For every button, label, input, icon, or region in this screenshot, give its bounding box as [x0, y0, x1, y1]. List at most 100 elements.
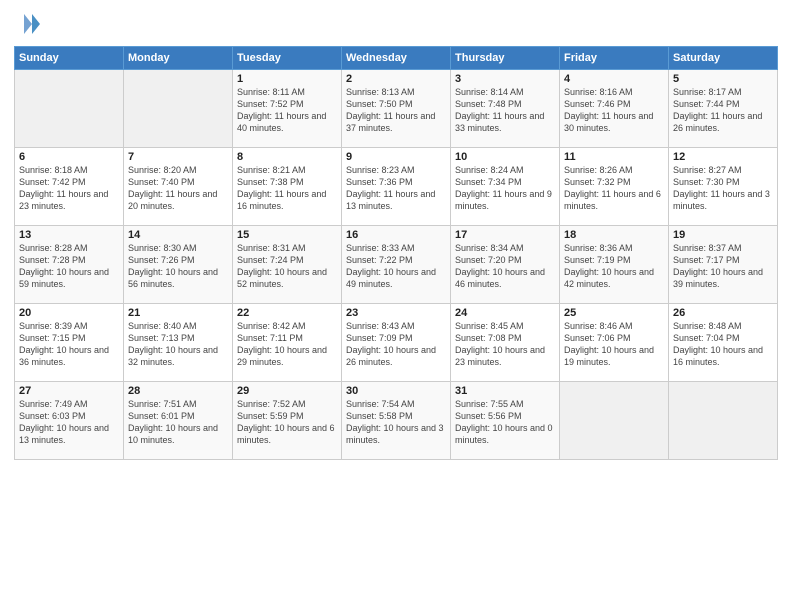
calendar-cell: 15Sunrise: 8:31 AM Sunset: 7:24 PM Dayli…: [233, 226, 342, 304]
day-number: 11: [564, 151, 664, 163]
day-number: 23: [346, 307, 446, 319]
day-info: Sunrise: 8:13 AM Sunset: 7:50 PM Dayligh…: [346, 86, 446, 135]
day-info: Sunrise: 8:24 AM Sunset: 7:34 PM Dayligh…: [455, 164, 555, 213]
calendar-cell: [669, 382, 778, 460]
calendar-cell: 8Sunrise: 8:21 AM Sunset: 7:38 PM Daylig…: [233, 148, 342, 226]
calendar-cell: 2Sunrise: 8:13 AM Sunset: 7:50 PM Daylig…: [342, 70, 451, 148]
day-number: 24: [455, 307, 555, 319]
calendar-cell: 22Sunrise: 8:42 AM Sunset: 7:11 PM Dayli…: [233, 304, 342, 382]
calendar-cell: 3Sunrise: 8:14 AM Sunset: 7:48 PM Daylig…: [451, 70, 560, 148]
calendar-cell: 14Sunrise: 8:30 AM Sunset: 7:26 PM Dayli…: [124, 226, 233, 304]
day-info: Sunrise: 8:16 AM Sunset: 7:46 PM Dayligh…: [564, 86, 664, 135]
day-info: Sunrise: 7:54 AM Sunset: 5:58 PM Dayligh…: [346, 398, 446, 447]
day-number: 28: [128, 385, 228, 397]
calendar-cell: 20Sunrise: 8:39 AM Sunset: 7:15 PM Dayli…: [15, 304, 124, 382]
calendar-cell: 6Sunrise: 8:18 AM Sunset: 7:42 PM Daylig…: [15, 148, 124, 226]
day-number: 16: [346, 229, 446, 241]
day-number: 8: [237, 151, 337, 163]
calendar-cell: 13Sunrise: 8:28 AM Sunset: 7:28 PM Dayli…: [15, 226, 124, 304]
day-info: Sunrise: 8:17 AM Sunset: 7:44 PM Dayligh…: [673, 86, 773, 135]
calendar-cell: 27Sunrise: 7:49 AM Sunset: 6:03 PM Dayli…: [15, 382, 124, 460]
day-number: 7: [128, 151, 228, 163]
calendar-cell: 17Sunrise: 8:34 AM Sunset: 7:20 PM Dayli…: [451, 226, 560, 304]
calendar-cell: 26Sunrise: 8:48 AM Sunset: 7:04 PM Dayli…: [669, 304, 778, 382]
day-number: 26: [673, 307, 773, 319]
day-number: 15: [237, 229, 337, 241]
calendar-cell: 10Sunrise: 8:24 AM Sunset: 7:34 PM Dayli…: [451, 148, 560, 226]
page-header: [14, 10, 778, 38]
day-number: 14: [128, 229, 228, 241]
day-number: 25: [564, 307, 664, 319]
day-number: 3: [455, 73, 555, 85]
day-info: Sunrise: 8:43 AM Sunset: 7:09 PM Dayligh…: [346, 320, 446, 369]
day-info: Sunrise: 8:37 AM Sunset: 7:17 PM Dayligh…: [673, 242, 773, 291]
day-number: 21: [128, 307, 228, 319]
calendar-cell: 5Sunrise: 8:17 AM Sunset: 7:44 PM Daylig…: [669, 70, 778, 148]
day-info: Sunrise: 8:39 AM Sunset: 7:15 PM Dayligh…: [19, 320, 119, 369]
calendar-cell: 21Sunrise: 8:40 AM Sunset: 7:13 PM Dayli…: [124, 304, 233, 382]
calendar-cell: 1Sunrise: 8:11 AM Sunset: 7:52 PM Daylig…: [233, 70, 342, 148]
day-info: Sunrise: 8:14 AM Sunset: 7:48 PM Dayligh…: [455, 86, 555, 135]
day-number: 5: [673, 73, 773, 85]
weekday-header-cell: Tuesday: [233, 47, 342, 70]
day-info: Sunrise: 8:23 AM Sunset: 7:36 PM Dayligh…: [346, 164, 446, 213]
calendar-body: 1Sunrise: 8:11 AM Sunset: 7:52 PM Daylig…: [15, 70, 778, 460]
weekday-header-cell: Sunday: [15, 47, 124, 70]
calendar-table: SundayMondayTuesdayWednesdayThursdayFrid…: [14, 46, 778, 460]
day-number: 12: [673, 151, 773, 163]
logo-icon: [14, 10, 42, 38]
day-number: 6: [19, 151, 119, 163]
day-number: 30: [346, 385, 446, 397]
weekday-header-cell: Saturday: [669, 47, 778, 70]
day-info: Sunrise: 8:21 AM Sunset: 7:38 PM Dayligh…: [237, 164, 337, 213]
calendar-week-row: 13Sunrise: 8:28 AM Sunset: 7:28 PM Dayli…: [15, 226, 778, 304]
weekday-header-cell: Wednesday: [342, 47, 451, 70]
day-info: Sunrise: 7:55 AM Sunset: 5:56 PM Dayligh…: [455, 398, 555, 447]
calendar-cell: 7Sunrise: 8:20 AM Sunset: 7:40 PM Daylig…: [124, 148, 233, 226]
day-number: 18: [564, 229, 664, 241]
day-info: Sunrise: 8:42 AM Sunset: 7:11 PM Dayligh…: [237, 320, 337, 369]
page-container: SundayMondayTuesdayWednesdayThursdayFrid…: [0, 0, 792, 468]
calendar-cell: [15, 70, 124, 148]
day-info: Sunrise: 8:31 AM Sunset: 7:24 PM Dayligh…: [237, 242, 337, 291]
day-number: 1: [237, 73, 337, 85]
weekday-header-cell: Monday: [124, 47, 233, 70]
calendar-cell: 16Sunrise: 8:33 AM Sunset: 7:22 PM Dayli…: [342, 226, 451, 304]
calendar-week-row: 1Sunrise: 8:11 AM Sunset: 7:52 PM Daylig…: [15, 70, 778, 148]
day-info: Sunrise: 8:46 AM Sunset: 7:06 PM Dayligh…: [564, 320, 664, 369]
day-info: Sunrise: 8:34 AM Sunset: 7:20 PM Dayligh…: [455, 242, 555, 291]
day-number: 4: [564, 73, 664, 85]
day-info: Sunrise: 8:36 AM Sunset: 7:19 PM Dayligh…: [564, 242, 664, 291]
day-number: 13: [19, 229, 119, 241]
day-number: 27: [19, 385, 119, 397]
day-number: 2: [346, 73, 446, 85]
day-info: Sunrise: 7:52 AM Sunset: 5:59 PM Dayligh…: [237, 398, 337, 447]
day-number: 10: [455, 151, 555, 163]
day-info: Sunrise: 7:49 AM Sunset: 6:03 PM Dayligh…: [19, 398, 119, 447]
calendar-week-row: 27Sunrise: 7:49 AM Sunset: 6:03 PM Dayli…: [15, 382, 778, 460]
weekday-header-row: SundayMondayTuesdayWednesdayThursdayFrid…: [15, 47, 778, 70]
calendar-cell: 12Sunrise: 8:27 AM Sunset: 7:30 PM Dayli…: [669, 148, 778, 226]
calendar-cell: 25Sunrise: 8:46 AM Sunset: 7:06 PM Dayli…: [560, 304, 669, 382]
day-info: Sunrise: 8:18 AM Sunset: 7:42 PM Dayligh…: [19, 164, 119, 213]
calendar-cell: 11Sunrise: 8:26 AM Sunset: 7:32 PM Dayli…: [560, 148, 669, 226]
day-number: 17: [455, 229, 555, 241]
day-info: Sunrise: 8:33 AM Sunset: 7:22 PM Dayligh…: [346, 242, 446, 291]
calendar-cell: 28Sunrise: 7:51 AM Sunset: 6:01 PM Dayli…: [124, 382, 233, 460]
day-number: 9: [346, 151, 446, 163]
day-number: 19: [673, 229, 773, 241]
day-info: Sunrise: 8:28 AM Sunset: 7:28 PM Dayligh…: [19, 242, 119, 291]
day-info: Sunrise: 8:26 AM Sunset: 7:32 PM Dayligh…: [564, 164, 664, 213]
day-info: Sunrise: 8:27 AM Sunset: 7:30 PM Dayligh…: [673, 164, 773, 213]
day-number: 29: [237, 385, 337, 397]
day-info: Sunrise: 7:51 AM Sunset: 6:01 PM Dayligh…: [128, 398, 228, 447]
day-info: Sunrise: 8:30 AM Sunset: 7:26 PM Dayligh…: [128, 242, 228, 291]
day-number: 22: [237, 307, 337, 319]
calendar-cell: 4Sunrise: 8:16 AM Sunset: 7:46 PM Daylig…: [560, 70, 669, 148]
day-info: Sunrise: 8:40 AM Sunset: 7:13 PM Dayligh…: [128, 320, 228, 369]
calendar-cell: 9Sunrise: 8:23 AM Sunset: 7:36 PM Daylig…: [342, 148, 451, 226]
calendar-cell: [560, 382, 669, 460]
calendar-cell: 18Sunrise: 8:36 AM Sunset: 7:19 PM Dayli…: [560, 226, 669, 304]
calendar-week-row: 20Sunrise: 8:39 AM Sunset: 7:15 PM Dayli…: [15, 304, 778, 382]
calendar-week-row: 6Sunrise: 8:18 AM Sunset: 7:42 PM Daylig…: [15, 148, 778, 226]
